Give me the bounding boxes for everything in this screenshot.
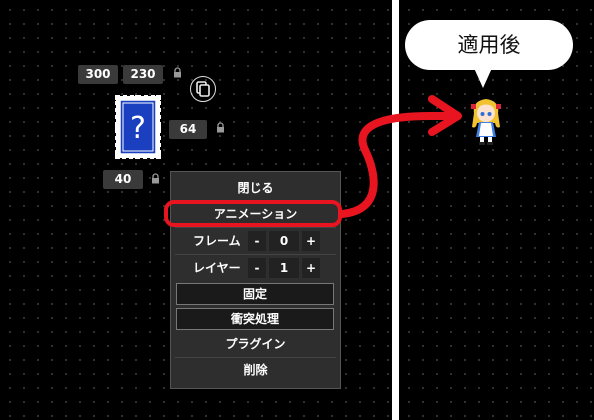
delete-menu-item[interactable]: 削除 <box>175 359 336 381</box>
width-field[interactable]: 300 <box>78 65 118 84</box>
frame-increment-button[interactable]: + <box>302 231 320 251</box>
side-field[interactable]: 64 <box>169 120 207 139</box>
fixed-button[interactable]: 固定 <box>176 283 334 305</box>
speech-bubble-text: 適用後 <box>457 33 521 57</box>
lock-icon[interactable] <box>215 122 226 133</box>
layer-value[interactable]: 1 <box>269 258 299 278</box>
lock-icon[interactable] <box>150 173 161 184</box>
speech-bubble-tail <box>474 68 492 88</box>
layer-decrement-button[interactable]: - <box>248 258 266 278</box>
frame-value[interactable]: 0 <box>269 231 299 251</box>
menu-divider <box>175 254 336 255</box>
lock-icon[interactable] <box>172 67 183 78</box>
copy-icon <box>196 81 210 97</box>
menu-divider <box>175 357 336 358</box>
sprite-glyph: ? <box>130 111 146 146</box>
placeholder-sprite[interactable]: ? <box>115 95 161 159</box>
animation-highlight-outline <box>164 200 342 227</box>
bottom-field[interactable]: 40 <box>103 170 143 189</box>
close-menu-item[interactable]: 閉じる <box>175 177 336 199</box>
copy-button[interactable] <box>190 76 216 102</box>
frame-label: フレーム <box>193 234 241 248</box>
height-field[interactable]: 230 <box>123 65 163 84</box>
plugin-menu-item[interactable]: プラグイン <box>175 333 336 355</box>
collision-button[interactable]: 衝突処理 <box>176 308 334 330</box>
frame-stepper: フレーム - 0 + <box>175 231 336 251</box>
layer-label: レイヤー <box>193 261 241 275</box>
layer-stepper: レイヤー - 1 + <box>175 258 336 278</box>
menu-divider <box>175 227 336 228</box>
speech-bubble: 適用後 <box>405 20 573 70</box>
layer-increment-button[interactable]: + <box>302 258 320 278</box>
character-sprite <box>471 99 501 145</box>
frame-decrement-button[interactable]: - <box>248 231 266 251</box>
